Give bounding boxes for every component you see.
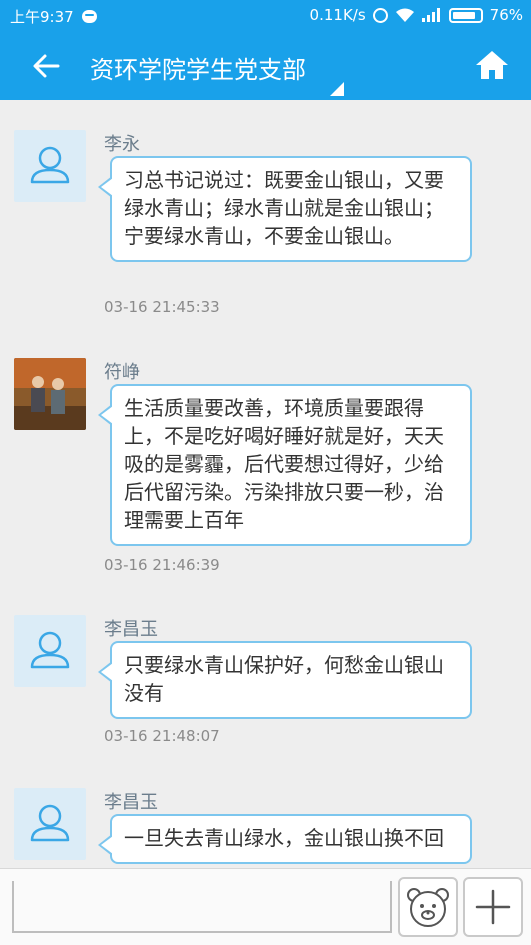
battery-level: 76% — [489, 6, 523, 24]
photo-avatar-image — [14, 358, 86, 430]
message-bubble[interactable]: 一旦失去青山绿水，金山银山换不回 — [98, 814, 472, 864]
sender-name: 李昌玉 — [104, 619, 158, 640]
sender-name: 李昌玉 — [104, 792, 158, 813]
network-speed: 0.11K/s — [309, 6, 366, 24]
home-icon[interactable] — [475, 48, 509, 82]
page-title: 资环学院学生党支部 — [90, 56, 306, 84]
wifi-icon — [395, 8, 414, 22]
message-time: 03-16 21:48:07 — [104, 727, 220, 745]
message-input[interactable] — [12, 881, 392, 933]
signal-icon — [421, 8, 440, 22]
message-item: 李昌玉 一旦失去青山绿水，金山银山换不回 — [14, 788, 514, 868]
sender-name: 符峥 — [104, 362, 140, 383]
message-item: 李永 习总书记说过：既要金山银山，又要绿水青山；绿水青山就是金山银山；宁要绿水青… — [14, 130, 514, 330]
bear-emoji-icon — [407, 888, 449, 927]
message-bubble[interactable]: 习总书记说过：既要金山银山，又要绿水青山；绿水青山就是金山银山；宁要绿水青山，不… — [98, 156, 472, 262]
message-list[interactable]: 李永 习总书记说过：既要金山银山，又要绿水青山；绿水青山就是金山银山；宁要绿水青… — [0, 100, 531, 868]
app-header: 资环学院学生党支部 — [0, 30, 531, 100]
user-icon — [30, 146, 70, 184]
chat-notification-icon — [81, 10, 97, 23]
user-icon — [30, 804, 70, 842]
avatar[interactable] — [14, 358, 86, 430]
message-item: 李昌玉 只要绿水青山保护好，何愁金山银山没有 03-16 21:48:07 — [14, 615, 514, 755]
avatar[interactable] — [14, 788, 86, 860]
user-icon — [30, 631, 70, 669]
status-bar: 上午9:37 0.11K/s 76% — [0, 0, 531, 30]
add-button[interactable] — [463, 877, 523, 937]
status-time: 上午9:37 — [10, 8, 74, 26]
dropdown-corner-icon[interactable] — [330, 82, 344, 96]
avatar[interactable] — [14, 615, 86, 687]
arrow-left-icon[interactable] — [30, 50, 62, 82]
emoji-button[interactable] — [398, 877, 458, 937]
message-bubble[interactable]: 生活质量要改善，环境质量要跟得上，不是吃好喝好睡好就是好，天天吸的是雾霾，后代要… — [98, 384, 472, 546]
message-time: 03-16 21:46:39 — [104, 556, 220, 574]
sender-name: 李永 — [104, 134, 140, 155]
alarm-icon — [372, 7, 388, 23]
avatar[interactable] — [14, 130, 86, 202]
message-item: 符峥 生活质量要改善，环境质量要跟得上，不是吃好喝好睡好就是好，天天吸的是雾霾，… — [14, 358, 514, 588]
message-bubble[interactable]: 只要绿水青山保护好，何愁金山银山没有 — [98, 641, 472, 719]
battery-icon — [448, 7, 483, 23]
message-time: 03-16 21:45:33 — [104, 298, 220, 316]
input-bar — [0, 868, 531, 945]
plus-icon — [475, 889, 511, 925]
